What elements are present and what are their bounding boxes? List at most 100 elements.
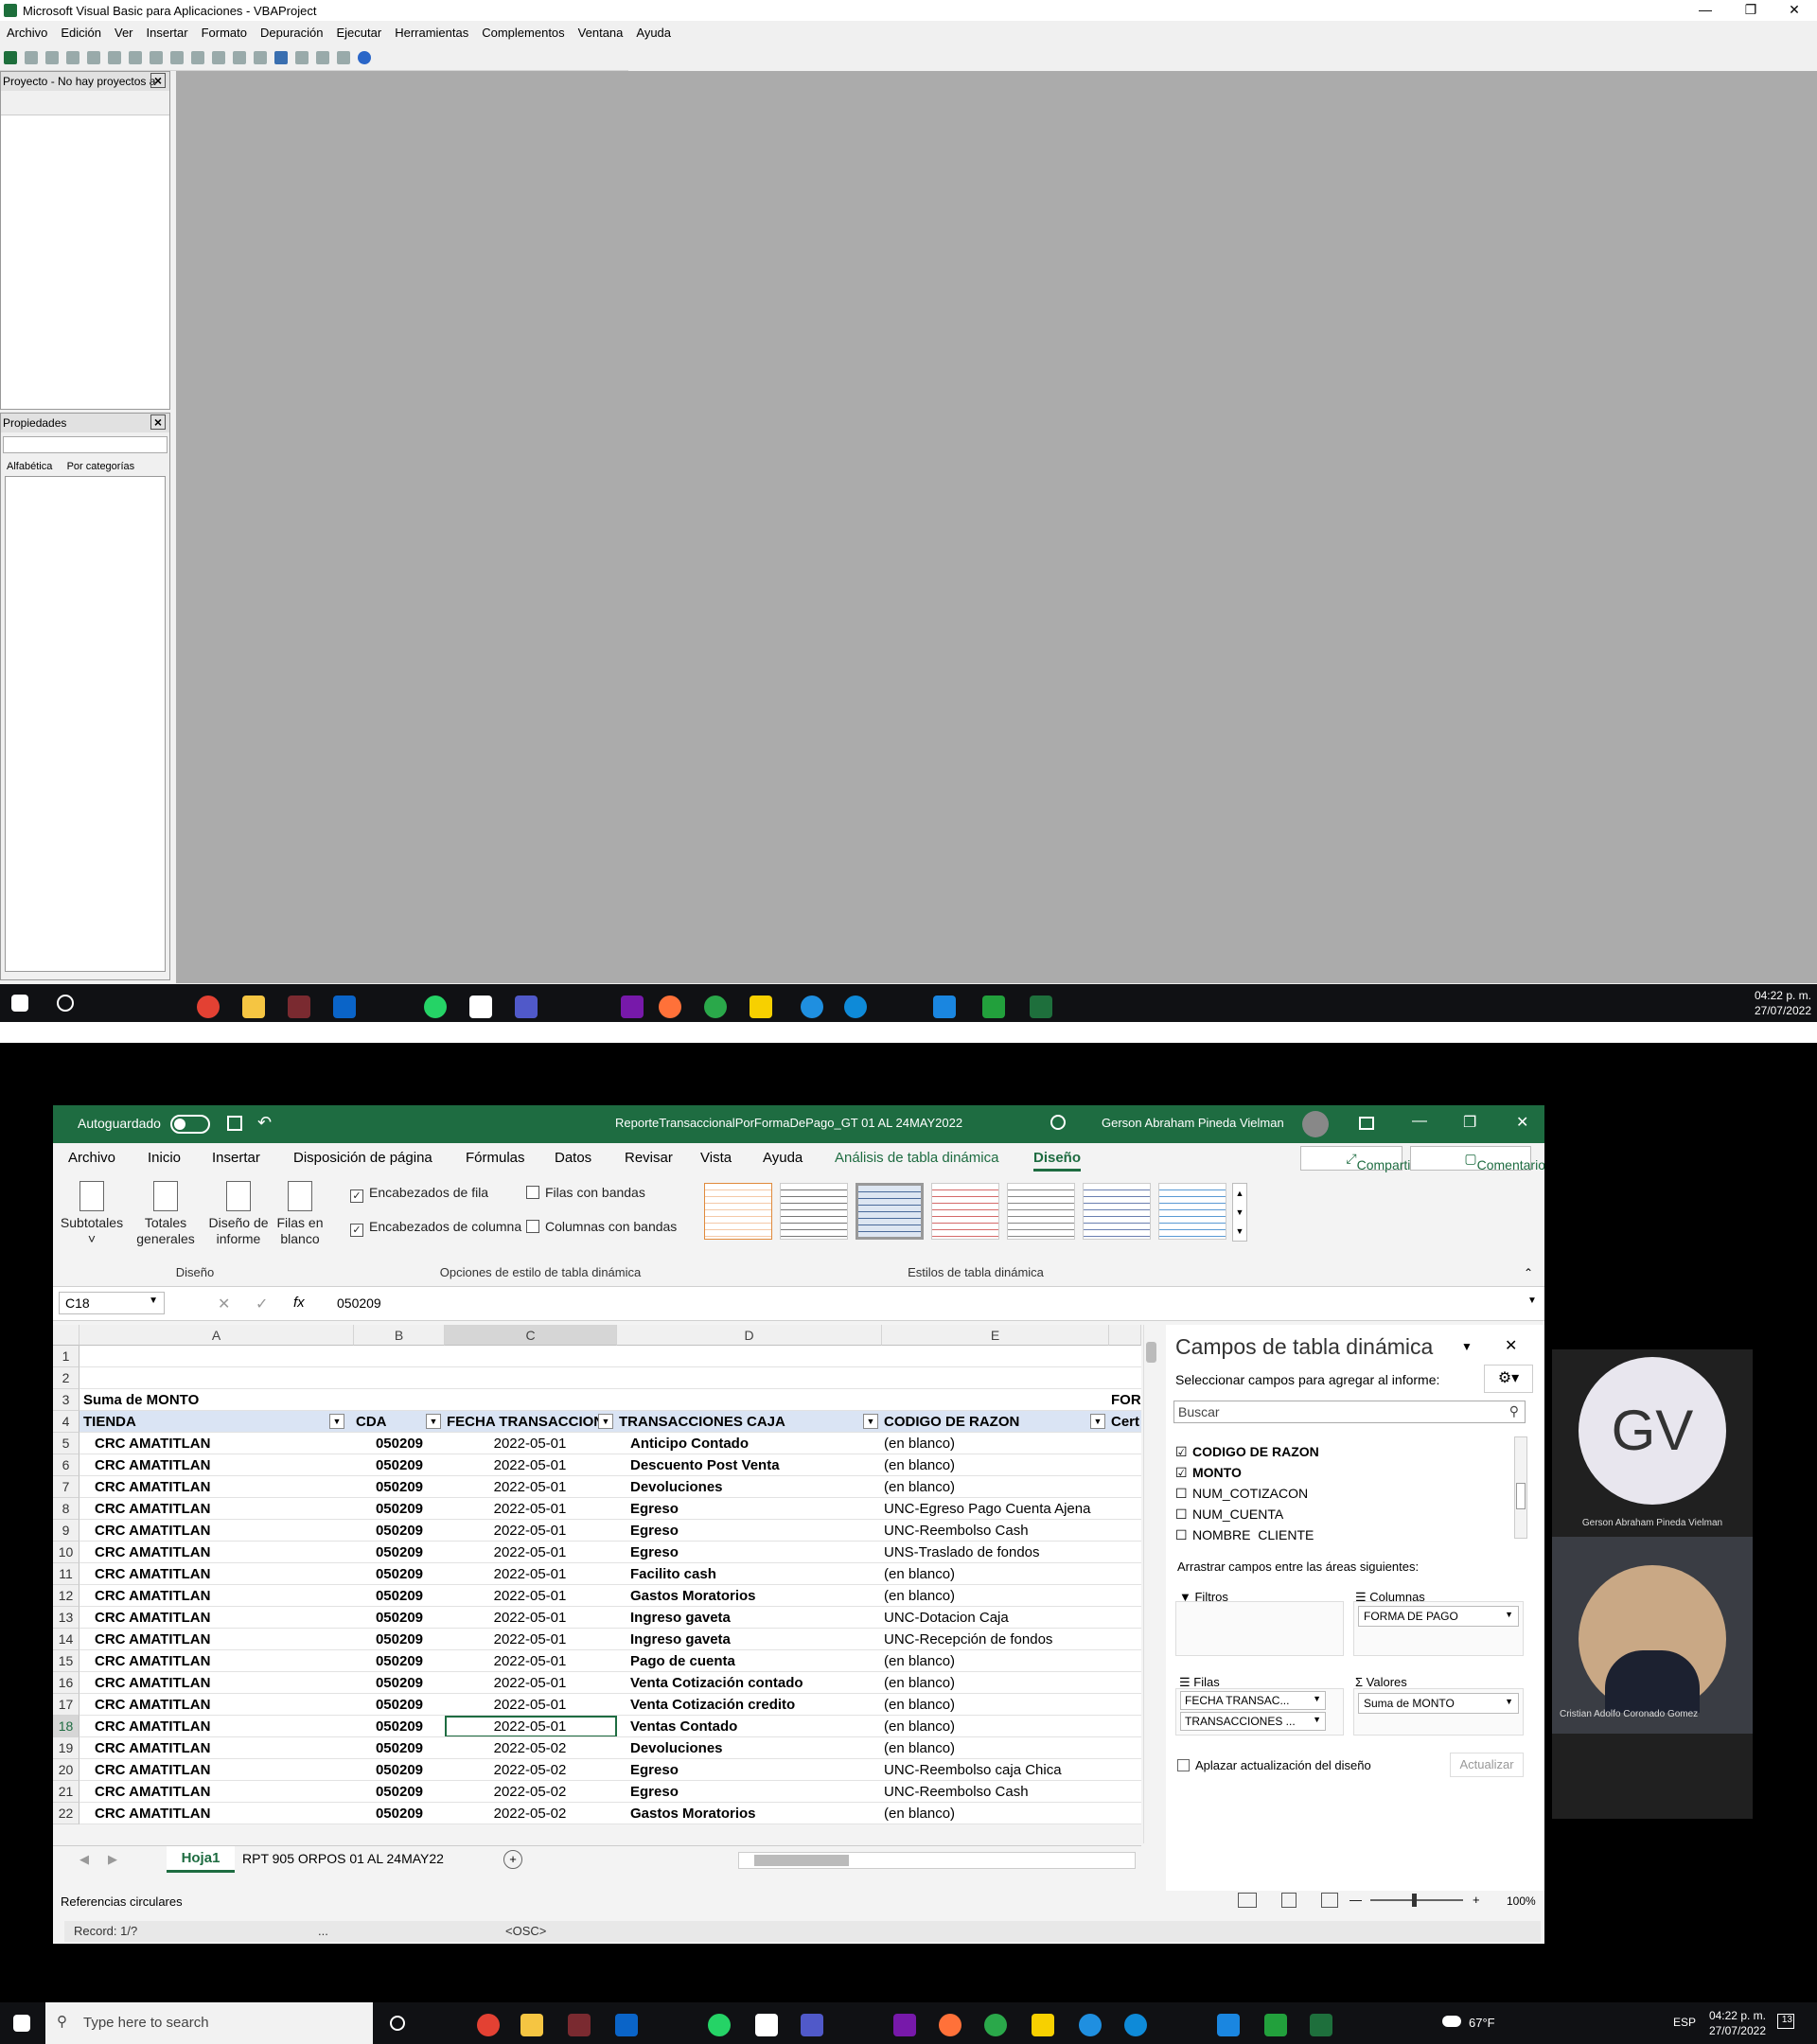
filas-blanco-button[interactable]: Filas en blanco (273, 1181, 327, 1247)
language-indicator[interactable]: ESP (1673, 2016, 1696, 2029)
undo-icon[interactable] (150, 51, 163, 64)
notion-icon[interactable] (755, 2014, 778, 2036)
table-cell-razon[interactable]: (en blanco) (884, 1803, 1107, 1824)
normal-view-icon[interactable] (1238, 1893, 1257, 1908)
app-icon[interactable] (288, 996, 310, 1018)
diseno-informe-button[interactable]: Diseño de informe (206, 1181, 271, 1247)
field-item[interactable]: ☑ CODIGO DE RAZON (1173, 1442, 1526, 1463)
pivot-header-2[interactable]: FECHA TRANSACCION (447, 1411, 613, 1433)
teams-icon[interactable] (801, 2014, 823, 2036)
grid-line[interactable] (79, 1736, 1141, 1737)
row-header[interactable]: 15 (53, 1650, 79, 1672)
table-cell-tienda[interactable]: CRC AMATITLAN (83, 1542, 348, 1563)
columnas-field-chip[interactable]: FORMA DE PAGO ▼ (1358, 1606, 1519, 1627)
zoom-out-icon[interactable]: — (1350, 1893, 1362, 1907)
table-cell-razon[interactable]: (en blanco) (884, 1454, 1107, 1476)
filter-dropdown-icon[interactable]: ▼ (329, 1414, 344, 1429)
project-close-icon[interactable]: × (150, 73, 166, 88)
object-dropdown[interactable] (3, 436, 168, 453)
file-explorer-icon[interactable] (520, 2014, 543, 2036)
menu-formato[interactable]: Formato (195, 23, 254, 43)
expand-formula-icon[interactable]: ▼ (1527, 1295, 1537, 1306)
grid-line[interactable] (79, 1606, 1141, 1607)
table-cell-cda[interactable]: 050209 (356, 1716, 443, 1737)
add-sheet-icon[interactable]: + (503, 1850, 522, 1869)
subtotales-button[interactable]: Subtotales ˅ (59, 1181, 125, 1247)
table-cell-razon[interactable]: (en blanco) (884, 1433, 1107, 1454)
properties-close-icon[interactable]: × (150, 414, 166, 430)
app-p-icon[interactable] (982, 996, 1005, 1018)
sticky-notes-icon[interactable] (1032, 2014, 1054, 2036)
cut-icon[interactable] (66, 51, 79, 64)
cortana-icon[interactable] (390, 2016, 405, 2031)
table-cell-fecha[interactable]: 2022-05-01 (447, 1607, 613, 1629)
table-cell-razon[interactable]: UNC-Reembolso Cash (884, 1781, 1107, 1803)
reset-icon[interactable] (233, 51, 246, 64)
pivot-header-3[interactable]: TRANSACCIONES CAJA (619, 1411, 880, 1433)
table-cell-cda[interactable]: 050209 (356, 1672, 443, 1694)
grid-line[interactable] (79, 1388, 1141, 1389)
table-cell-tienda[interactable]: CRC AMATITLAN (83, 1454, 348, 1476)
help-icon[interactable] (358, 51, 371, 64)
style-thumb-4[interactable] (931, 1183, 999, 1240)
notification-icon[interactable]: 13 (1777, 2014, 1794, 2029)
firefox-icon[interactable] (939, 2014, 961, 2036)
table-cell-transaccion[interactable]: Facilito cash (619, 1563, 880, 1585)
table-cell-fecha[interactable]: 2022-05-02 (447, 1737, 613, 1759)
excel-icon[interactable] (4, 51, 17, 64)
pivot-col-label-cell[interactable]: FOR (1111, 1389, 1141, 1411)
table-cell-transaccion[interactable]: Descuento Post Venta (619, 1454, 880, 1476)
table-cell-razon[interactable]: UNC-Reembolso Cash (884, 1520, 1107, 1542)
zoom-in-icon[interactable]: + (1473, 1893, 1480, 1907)
grid-line[interactable] (79, 1519, 1141, 1520)
table-cell-transaccion[interactable]: Egreso (619, 1520, 880, 1542)
table-cell-tienda[interactable]: CRC AMATITLAN (83, 1563, 348, 1585)
windows-start-icon[interactable] (13, 2015, 30, 2032)
menu-ver[interactable]: Ver (108, 23, 140, 43)
tab-formulas[interactable]: Fórmulas (466, 1150, 525, 1166)
row-header[interactable]: 14 (53, 1629, 79, 1650)
onenote-icon[interactable] (893, 2014, 916, 2036)
table-cell-transaccion[interactable]: Gastos Moratorios (619, 1585, 880, 1607)
menu-edicion[interactable]: Edición (54, 23, 108, 43)
restore-icon[interactable]: ❐ (1463, 1113, 1476, 1132)
filas-field-chip-1[interactable]: FECHA TRANSAC... ▼ (1180, 1691, 1326, 1710)
outlook-icon[interactable] (615, 2014, 638, 2036)
table-cell-razon[interactable]: UNC-Recepción de fondos (884, 1629, 1107, 1650)
table-cell-fecha[interactable]: 2022-05-02 (447, 1781, 613, 1803)
copy-icon[interactable] (87, 51, 100, 64)
style-thumb-1[interactable] (704, 1183, 772, 1240)
row-header[interactable]: 19 (53, 1737, 79, 1759)
menu-complementos[interactable]: Complementos (475, 23, 571, 43)
table-cell-fecha[interactable]: 2022-05-01 (447, 1563, 613, 1585)
grid-line[interactable] (79, 1584, 1141, 1585)
table-cell-transaccion[interactable]: Pago de cuenta (619, 1650, 880, 1672)
filas-bandas-checkbox[interactable]: Filas con bandas (526, 1185, 645, 1200)
field-item[interactable]: ☐ NUM_COTIZACON (1173, 1484, 1526, 1505)
autosave-toggle[interactable] (170, 1115, 210, 1134)
table-cell-cda[interactable]: 050209 (356, 1629, 443, 1650)
toolbox-icon[interactable] (337, 51, 350, 64)
table-cell-tienda[interactable]: CRC AMATITLAN (83, 1781, 348, 1803)
table-cell-transaccion[interactable]: Devoluciones (619, 1737, 880, 1759)
table-cell-transaccion[interactable]: Anticipo Contado (619, 1433, 880, 1454)
table-cell-cda[interactable]: 050209 (356, 1781, 443, 1803)
minimize-icon[interactable]: — (1412, 1113, 1427, 1130)
worksheet-grid[interactable]: A B C D E 1 2 3 4 Suma de MONTO FOR TIENDA CDA F… (53, 1325, 1141, 1824)
redo-icon[interactable] (170, 51, 184, 64)
table-cell-razon[interactable]: (en blanco) (884, 1694, 1107, 1716)
comments-button[interactable]: ▢ Comentarios (1410, 1146, 1544, 1172)
grid-line[interactable] (79, 1497, 1141, 1498)
table-cell-cda[interactable]: 050209 (356, 1759, 443, 1781)
formula-input[interactable]: 050209 (337, 1295, 381, 1311)
grid-line[interactable] (79, 1802, 1141, 1803)
table-cell-razon[interactable]: UNS-Traslado de fondos (884, 1542, 1107, 1563)
col-header-e[interactable]: E (882, 1325, 1109, 1346)
grid-line[interactable] (79, 1541, 1141, 1542)
table-cell-transaccion[interactable]: Ingreso gaveta (619, 1607, 880, 1629)
table-cell-razon[interactable]: (en blanco) (884, 1672, 1107, 1694)
defer-checkbox[interactable]: Aplazar actualización del diseño (1177, 1758, 1371, 1772)
valores-field-chip[interactable]: Suma de MONTO ▼ (1358, 1693, 1519, 1714)
file-explorer-icon[interactable] (242, 996, 265, 1018)
table-cell-fecha[interactable]: 2022-05-01 (447, 1542, 613, 1563)
